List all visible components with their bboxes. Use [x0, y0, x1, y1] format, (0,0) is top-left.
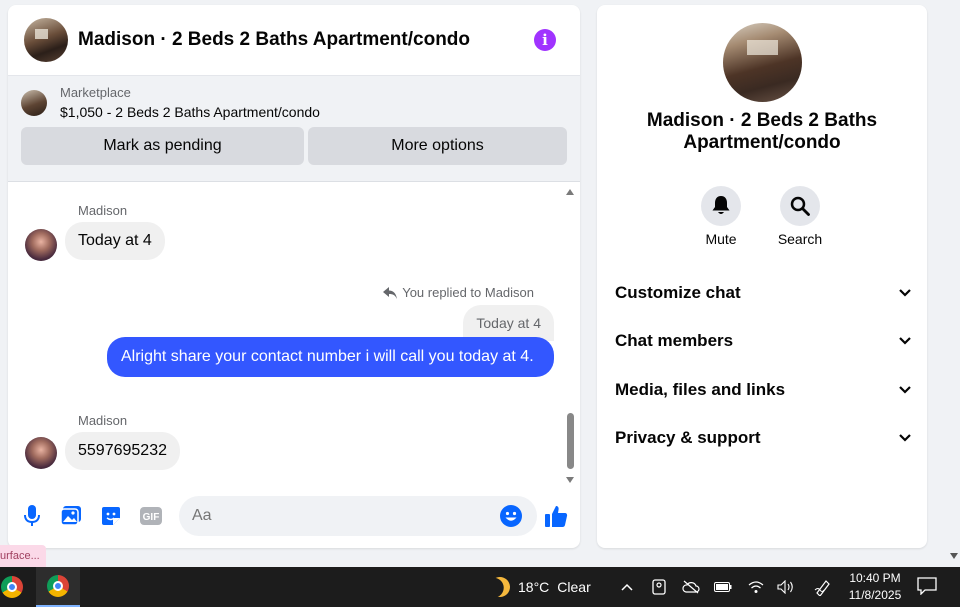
search-label: Search — [777, 231, 823, 247]
info-icon[interactable]: i — [534, 29, 556, 51]
mute-button[interactable]: Mute — [691, 186, 751, 247]
scroll-thumb[interactable] — [567, 413, 574, 469]
section-label: Chat members — [615, 331, 734, 350]
search-icon — [780, 186, 820, 226]
cloud-off-icon[interactable] — [681, 577, 701, 597]
camera-icon[interactable] — [649, 577, 669, 597]
search-button[interactable]: Search — [770, 186, 830, 247]
thumbs-up-icon[interactable] — [543, 503, 569, 529]
reply-note-text: You replied to Madison — [402, 285, 534, 300]
marketplace-banner: Marketplace $1,050 - 2 Beds 2 Baths Apar… — [8, 76, 580, 182]
chevron-down-icon — [899, 386, 911, 394]
incoming-message[interactable]: Today at 4 — [65, 222, 165, 260]
gif-icon[interactable]: GIF — [139, 505, 163, 527]
section-chat-members[interactable]: Chat members — [615, 326, 911, 356]
pen-icon[interactable] — [813, 577, 833, 597]
chrome-icon — [47, 575, 69, 597]
marketplace-label: Marketplace — [60, 85, 131, 100]
message-input[interactable] — [179, 496, 537, 536]
marketplace-listing[interactable]: Marketplace $1,050 - 2 Beds 2 Baths Apar… — [21, 85, 567, 120]
mute-label: Mute — [705, 231, 737, 247]
tooltip: urface... — [0, 545, 46, 567]
sender-name: Madison — [78, 413, 128, 428]
message-list: Madison Today at 4 You replied to Madiso… — [8, 183, 580, 483]
scroll-up-arrow-icon[interactable] — [566, 189, 574, 195]
date: 11/8/2025 — [848, 588, 902, 602]
more-options-button[interactable]: More options — [308, 127, 567, 165]
message-scrollbar[interactable] — [564, 185, 576, 483]
chrome-profile-taskbar-button[interactable] — [36, 567, 80, 607]
chat-header: Madison · 2 Beds 2 Baths Apartment/condo… — [8, 5, 580, 76]
reply-note: You replied to Madison — [383, 285, 534, 300]
chat-panel: Madison · 2 Beds 2 Baths Apartment/condo… — [8, 5, 580, 548]
chevron-down-icon — [899, 337, 911, 345]
incoming-message[interactable]: 5597695232 — [65, 432, 180, 470]
reply-icon — [383, 286, 398, 299]
conversation-details-panel: Madison · 2 Beds 2 Baths Apartment/condo… — [597, 5, 927, 548]
avatar[interactable] — [25, 437, 57, 469]
listing-price: $1,050 - 2 Beds 2 Baths Apartment/condo — [60, 104, 320, 120]
speaker-icon[interactable] — [776, 577, 796, 597]
notification-icon[interactable] — [917, 577, 937, 597]
section-label: Media, files and links — [615, 380, 786, 399]
microphone-icon[interactable] — [21, 505, 43, 527]
taskbar: 18°C Clear 10:40 PM 11/8/2025 — [0, 567, 960, 607]
moon-icon — [487, 574, 514, 601]
gif-label: GIF — [143, 512, 160, 523]
page-scroll-down-icon[interactable] — [950, 553, 958, 559]
photo-icon[interactable] — [60, 505, 82, 527]
section-customize-chat[interactable]: Customize chat — [615, 278, 911, 308]
listing-avatar-large[interactable] — [723, 23, 802, 102]
section-media-files-links[interactable]: Media, files and links — [615, 375, 911, 405]
chrome-taskbar-button[interactable] — [0, 567, 34, 607]
section-label: Privacy & support — [615, 428, 761, 447]
chevron-down-icon — [899, 289, 911, 297]
reply-quote[interactable]: Today at 4 — [463, 305, 554, 341]
listing-thumbnail — [21, 89, 47, 116]
sticker-icon[interactable] — [100, 505, 122, 527]
avatar[interactable] — [25, 229, 57, 261]
listing-avatar[interactable] — [24, 18, 68, 62]
composer: GIF — [8, 494, 580, 538]
wifi-icon[interactable] — [746, 577, 766, 597]
weather-condition: Clear — [557, 579, 591, 595]
weather-widget[interactable]: 18°C Clear — [490, 567, 591, 607]
chevron-down-icon — [899, 434, 911, 442]
mark-as-pending-button[interactable]: Mark as pending — [21, 127, 304, 165]
taskbar-clock[interactable]: 10:40 PM 11/8/2025 — [842, 570, 908, 604]
bell-icon — [701, 186, 741, 226]
section-privacy-support[interactable]: Privacy & support — [615, 423, 911, 453]
chevron-up-icon[interactable] — [617, 577, 637, 597]
battery-icon[interactable] — [713, 577, 733, 597]
sender-name: Madison — [78, 203, 128, 218]
chrome-icon — [1, 576, 23, 598]
temperature: 18°C — [518, 579, 550, 595]
outgoing-message[interactable]: Alright share your contact number i will… — [107, 337, 554, 377]
emoji-icon[interactable] — [500, 505, 522, 527]
section-label: Customize chat — [615, 283, 741, 302]
conversation-title: Madison · 2 Beds 2 Baths Apartment/condo — [646, 110, 878, 153]
scroll-down-arrow-icon[interactable] — [566, 477, 574, 483]
chat-title[interactable]: Madison · 2 Beds 2 Baths Apartment/condo — [78, 29, 534, 51]
time: 10:40 PM — [849, 571, 901, 585]
